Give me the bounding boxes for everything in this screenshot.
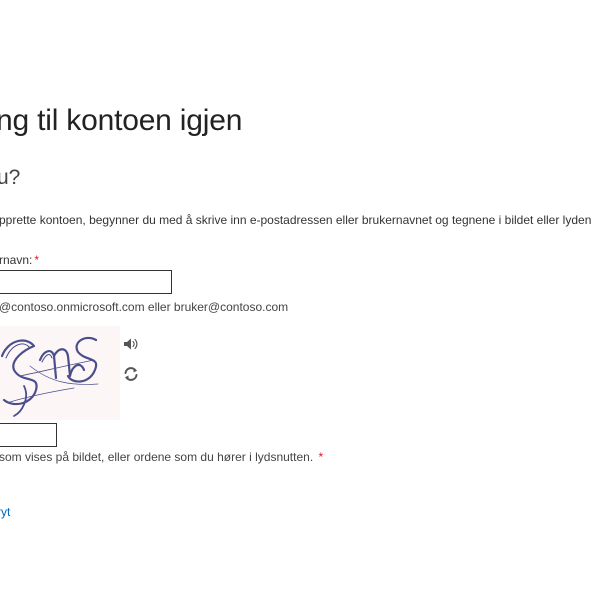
refresh-icon[interactable] <box>123 366 139 382</box>
required-marker: * <box>34 253 40 267</box>
cancel-link[interactable]: ryt <box>0 505 10 519</box>
page-title: ng til kontoen igjen <box>0 104 243 137</box>
required-marker: * <box>318 450 324 464</box>
page-subtitle: u? <box>0 166 21 189</box>
email-field-label-text: rnavn: <box>0 253 33 267</box>
captcha-hint: som vises på bildet, eller ordene som du… <box>0 450 323 464</box>
email-example-text: @contoso.onmicrosoft.com eller bruker@co… <box>0 300 289 314</box>
email-field[interactable] <box>0 270 172 294</box>
captcha-hint-text: som vises på bildet, eller ordene som du… <box>0 450 314 464</box>
captcha-input[interactable] <box>0 423 57 447</box>
captcha-image <box>0 326 120 420</box>
email-field-label: rnavn: * <box>0 253 39 267</box>
instruction-text: pprette kontoen, begynner du med å skriv… <box>0 213 592 227</box>
speaker-icon[interactable] <box>123 337 139 351</box>
